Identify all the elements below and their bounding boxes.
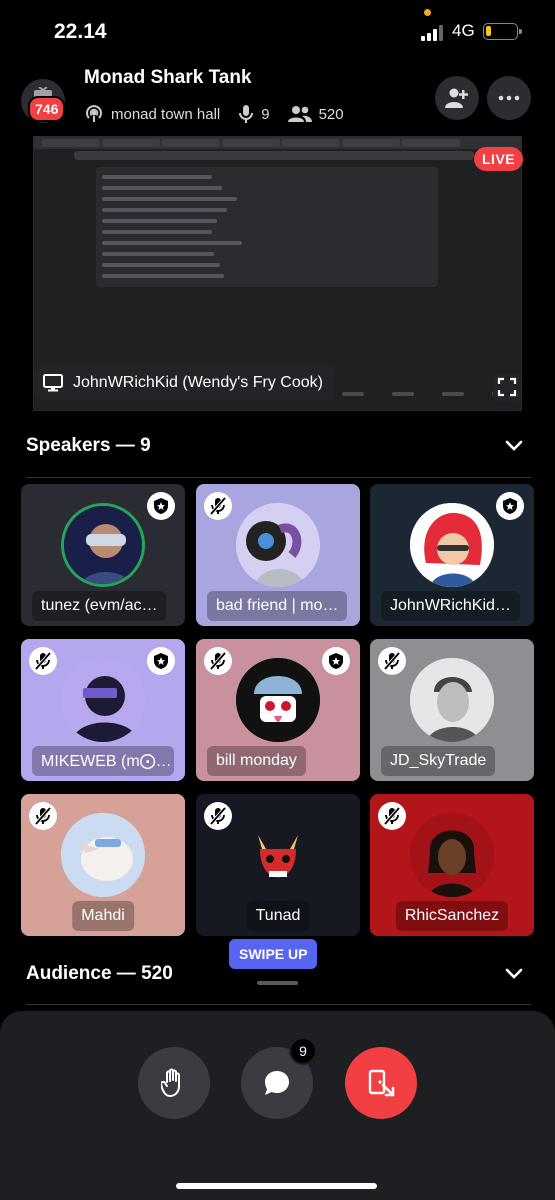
mic-off-icon	[210, 652, 226, 670]
mic-off-icon	[210, 497, 226, 515]
shield-star-icon	[154, 498, 168, 514]
speaker-tile[interactable]: Tunad	[196, 794, 360, 936]
mic-off-icon	[384, 652, 400, 670]
shared-browser-url-bar	[74, 151, 474, 160]
avatar	[410, 503, 494, 587]
shared-browser-tabs	[34, 137, 521, 149]
divider	[26, 1004, 531, 1005]
stage-meta: monad town hall 9 520	[84, 104, 354, 124]
fullscreen-icon[interactable]	[493, 373, 521, 401]
chat-unread-badge: 9	[289, 1037, 317, 1065]
live-badge: LIVE	[474, 147, 524, 171]
speaker-tile[interactable]: JD_SkyTrade	[370, 639, 534, 781]
speaker-tile[interactable]: bill monday	[196, 639, 360, 781]
avatar	[236, 503, 320, 587]
mic-off-icon	[384, 807, 400, 825]
audience-section-title: Audience — 520	[26, 963, 173, 984]
avatar	[61, 658, 145, 742]
avatar	[410, 813, 494, 897]
mic-icon	[239, 105, 254, 123]
mic-in-use-dot	[424, 9, 431, 16]
muted-indicator	[204, 802, 232, 830]
speaker-tile[interactable]: bad friend | mo…	[196, 484, 360, 626]
avatar	[236, 813, 320, 897]
speaker-name: RhicSanchez	[395, 901, 509, 931]
monitor-icon	[43, 374, 63, 392]
leave-stage-button[interactable]	[345, 1047, 417, 1119]
status-bar: 22.14 4G	[0, 0, 555, 60]
streamer-name: JohnWRichKid (Wendy's Fry Cook)	[73, 374, 323, 391]
signal-icon	[421, 25, 443, 41]
muted-indicator	[378, 647, 406, 675]
speakers-count: 9	[261, 105, 270, 123]
muted-indicator	[29, 647, 57, 675]
mic-off-icon	[35, 807, 51, 825]
podcast-icon	[86, 105, 102, 122]
chat-bubble-icon	[265, 1071, 289, 1095]
chevron-down-icon[interactable]	[505, 440, 523, 452]
avatar	[61, 503, 145, 587]
swipe-up-hint: SWIPE UP	[229, 939, 318, 969]
status-time: 22.14	[54, 20, 107, 43]
users-icon	[287, 106, 312, 122]
shield-star-icon	[503, 498, 517, 514]
speaker-tile[interactable]: RhicSanchez	[370, 794, 534, 936]
shared-search-suggestions	[96, 167, 438, 287]
muted-indicator	[204, 647, 232, 675]
stage-app-button[interactable]: 746	[21, 79, 66, 123]
speaker-name: JD_SkyTrade	[381, 746, 496, 776]
moderator-badge	[322, 647, 350, 675]
muted-indicator	[204, 492, 232, 520]
chevron-down-icon[interactable]	[505, 968, 523, 980]
speaker-tile[interactable]: Mahdi	[21, 794, 185, 936]
stage-title: Monad Shark Tank	[84, 67, 252, 88]
moderator-badge	[147, 492, 175, 520]
moderator-badge	[496, 492, 524, 520]
home-indicator[interactable]	[176, 1183, 377, 1189]
drag-handle[interactable]	[257, 981, 298, 985]
muted-indicator	[29, 802, 57, 830]
channel-name: monad town hall	[111, 105, 221, 123]
mic-off-icon	[210, 807, 226, 825]
avatar	[61, 813, 145, 897]
shield-star-icon	[154, 653, 168, 669]
shield-star-icon	[329, 653, 343, 669]
speaker-name: Tunad	[246, 901, 310, 931]
speaker-name: JohnWRichKid…	[381, 591, 520, 621]
speaker-name: bad friend | mo…	[207, 591, 348, 621]
more-icon	[498, 95, 520, 101]
speaker-name: MIKEWEB (m⨀…	[32, 746, 174, 776]
listeners-count: 520	[318, 105, 344, 123]
raise-hand-button[interactable]	[138, 1047, 210, 1119]
streamer-label: JohnWRichKid (Wendy's Fry Cook)	[34, 366, 335, 400]
speaker-tile[interactable]: JohnWRichKid…	[370, 484, 534, 626]
add-user-icon	[445, 88, 468, 108]
speakers-section-title: Speakers — 9	[26, 435, 151, 456]
leave-icon	[368, 1069, 395, 1097]
speaker-tile[interactable]: MIKEWEB (m⨀…	[21, 639, 185, 781]
battery-icon	[483, 23, 522, 40]
avatar	[236, 658, 320, 742]
moderator-badge	[147, 647, 175, 675]
hand-icon	[161, 1068, 180, 1097]
speaker-name: Mahdi	[72, 901, 134, 931]
divider	[26, 477, 531, 478]
speaker-tile[interactable]: tunez (evm/ac…	[21, 484, 185, 626]
network-type: 4G	[452, 21, 475, 40]
muted-indicator	[378, 802, 406, 830]
add-user-button[interactable]	[435, 76, 479, 120]
speaker-name: bill monday	[207, 746, 306, 776]
notification-badge: 746	[28, 96, 66, 122]
avatar	[410, 658, 494, 742]
mic-off-icon	[35, 652, 51, 670]
more-options-button[interactable]	[487, 76, 531, 120]
speaker-name: tunez (evm/ac…	[32, 591, 167, 621]
